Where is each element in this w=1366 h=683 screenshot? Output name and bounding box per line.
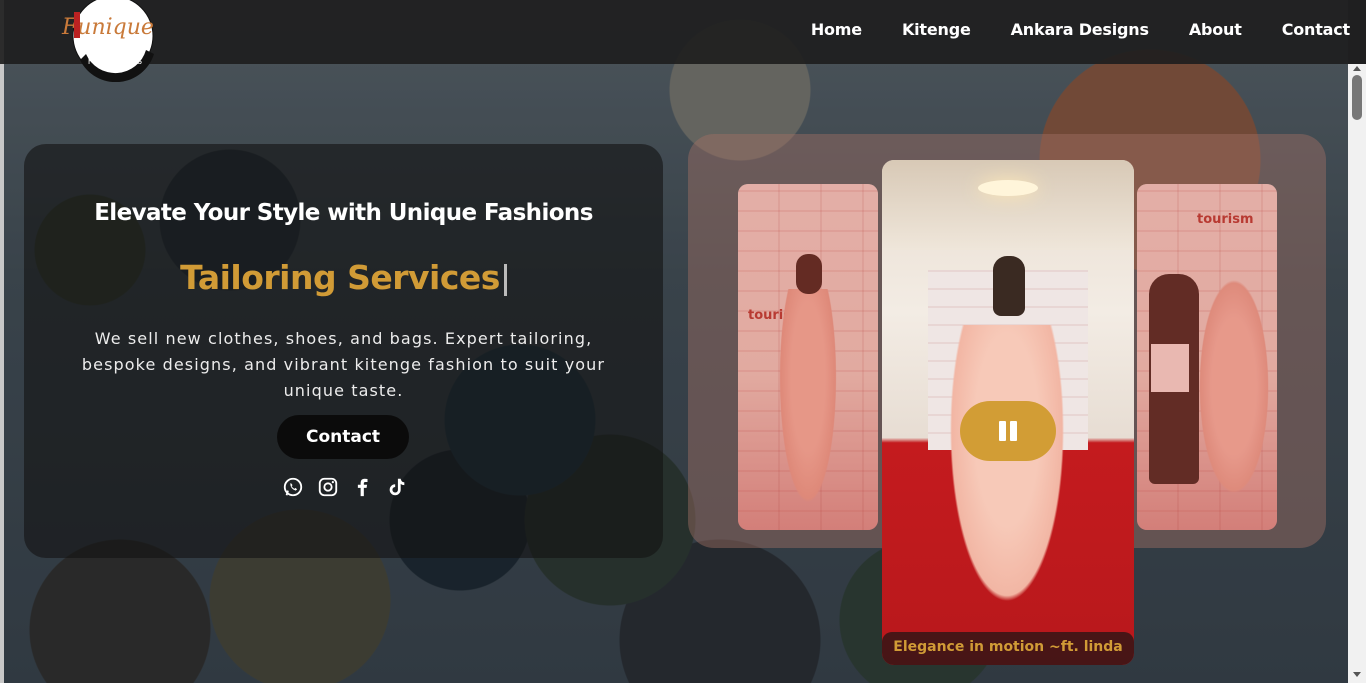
facebook-icon[interactable] xyxy=(349,474,375,500)
main-nav: Home Kitenge Ankara Designs About Contac… xyxy=(771,20,1350,39)
nav-contact[interactable]: Contact xyxy=(1282,20,1351,39)
scroll-up-arrow-icon[interactable] xyxy=(1353,66,1361,71)
image-tint xyxy=(738,184,878,530)
logo-subtext: FASHIONS xyxy=(88,57,144,66)
page-scrollbar[interactable] xyxy=(1348,64,1366,683)
whatsapp-icon[interactable] xyxy=(280,474,306,500)
ceiling xyxy=(882,160,1134,250)
typed-headline: Tailoring Services xyxy=(24,258,663,297)
image-tint-right xyxy=(1137,184,1277,530)
nav-kitenge[interactable]: Kitenge xyxy=(902,20,971,39)
typing-caret xyxy=(503,263,507,296)
window-edge xyxy=(0,0,4,683)
pause-icon xyxy=(999,421,1006,441)
nav-about[interactable]: About xyxy=(1189,20,1242,39)
carousel-video-main[interactable]: Elegance in motion ~ft. linda xyxy=(882,160,1134,665)
scrollbar-thumb[interactable] xyxy=(1352,75,1362,120)
social-links xyxy=(280,474,410,500)
hero-card: Elevate Your Style with Unique Fashions … xyxy=(24,144,663,558)
nav-home[interactable]: Home xyxy=(811,20,862,39)
logo[interactable]: Funique FASHIONS xyxy=(58,0,168,82)
model-figure-main xyxy=(993,256,1025,316)
hero-description: We sell new clothes, shoes, and bags. Ex… xyxy=(81,329,606,400)
dress-figure-main xyxy=(942,325,1072,625)
scroll-down-arrow-icon[interactable] xyxy=(1353,672,1361,677)
site-header: Funique FASHIONS Home Kitenge Ankara Des… xyxy=(0,0,1366,82)
contact-button[interactable]: Contact xyxy=(277,415,409,459)
tiktok-icon[interactable] xyxy=(384,474,410,500)
video-caption: Elegance in motion ~ft. linda xyxy=(882,632,1134,665)
nav-ankara-designs[interactable]: Ankara Designs xyxy=(1011,20,1149,39)
hero-heading: Elevate Your Style with Unique Fashions xyxy=(94,200,593,226)
typed-text: Tailoring Services xyxy=(180,258,500,297)
pause-button[interactable] xyxy=(960,401,1056,461)
instagram-icon[interactable] xyxy=(315,474,341,500)
carousel-image-left[interactable]: tourism xyxy=(738,184,878,530)
carousel-image-right[interactable]: tourism xyxy=(1137,184,1277,530)
ceiling-light xyxy=(978,180,1038,196)
